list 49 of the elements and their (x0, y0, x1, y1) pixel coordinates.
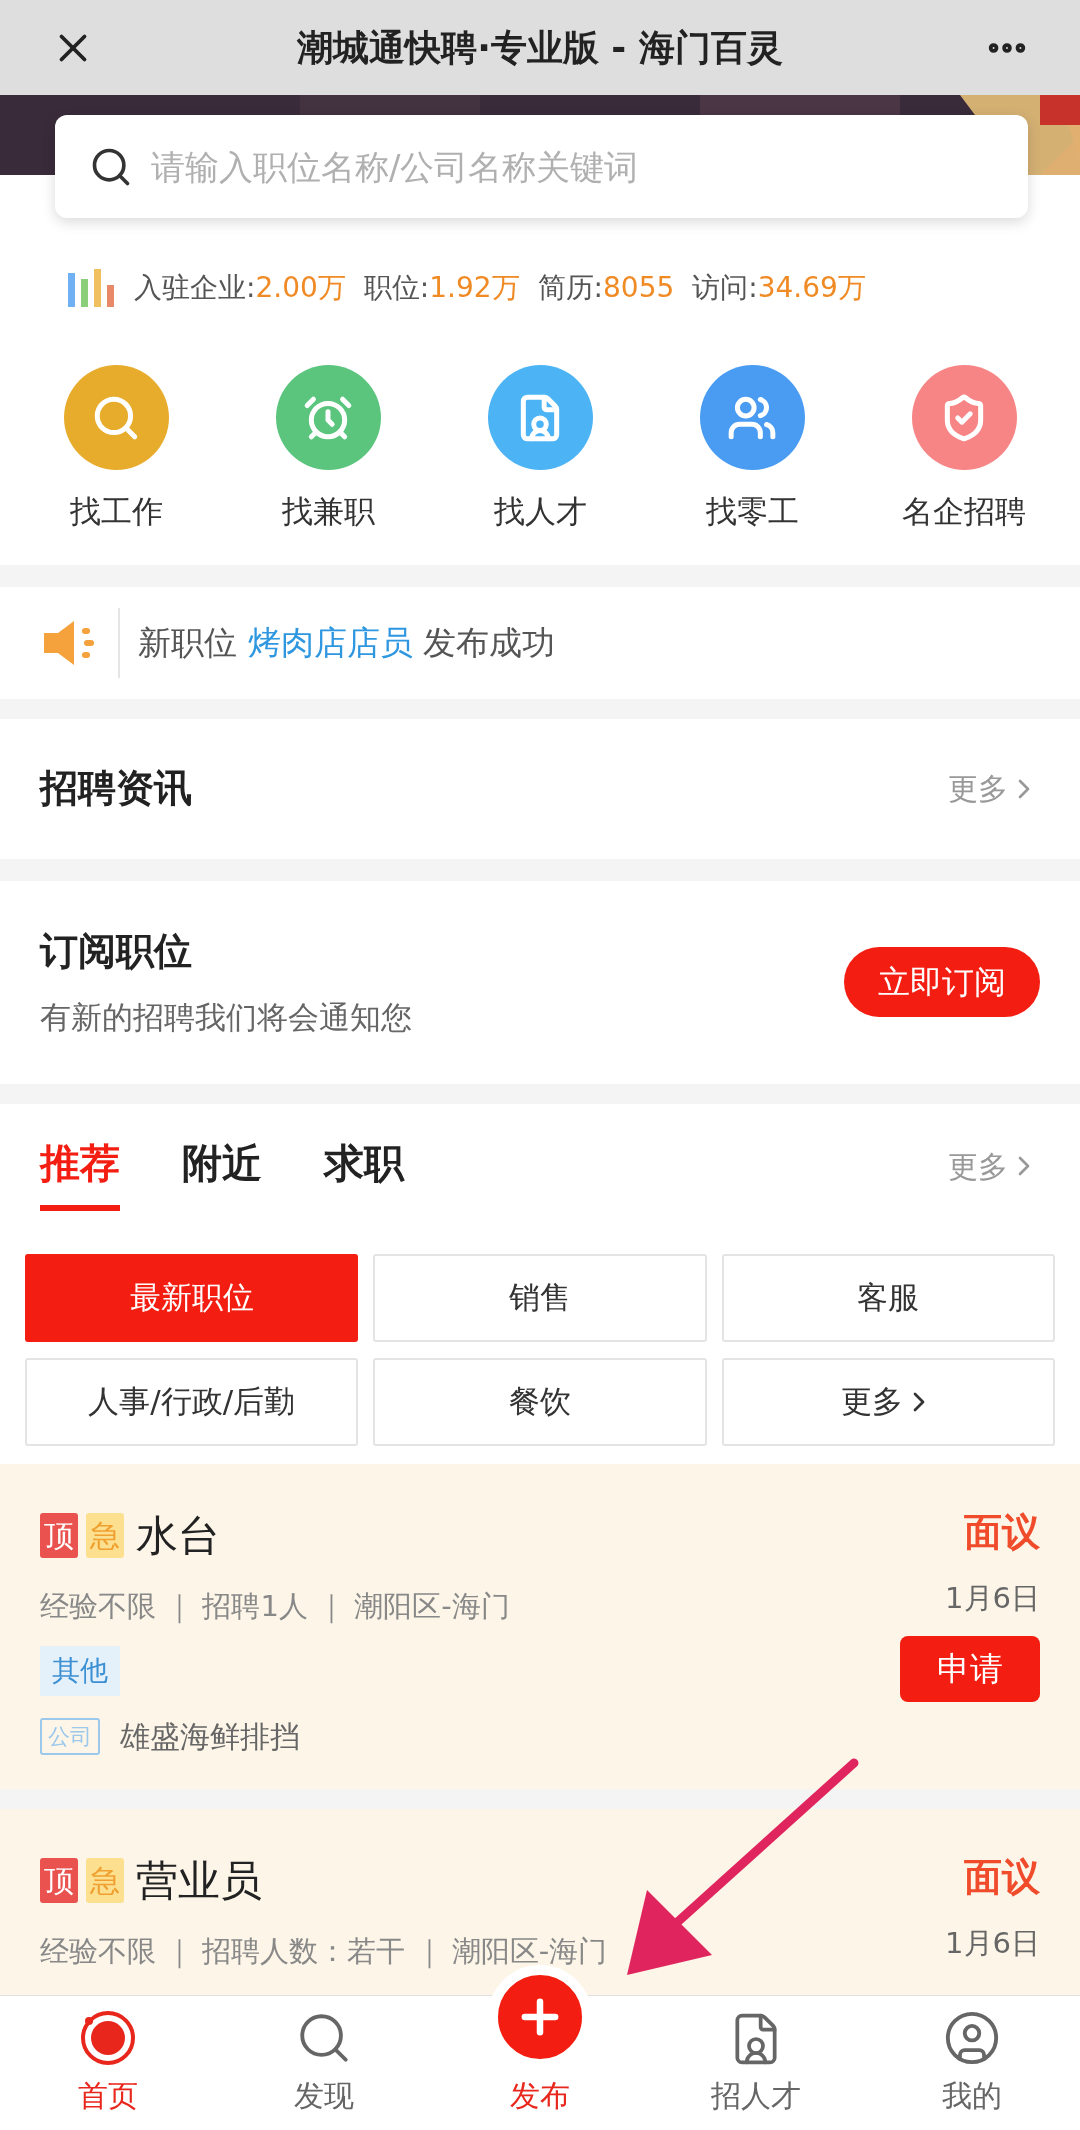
job-title: 水台 (136, 1509, 220, 1562)
nav-tab[interactable]: 招人才 (656, 2011, 856, 2118)
nav-tab[interactable]: 发现 (224, 2009, 424, 2118)
job-date: 1月6日 (945, 1579, 1040, 1617)
apply-button[interactable]: 申请 (900, 1636, 1040, 1702)
shortcut-button[interactable]: 找零工 (657, 365, 847, 535)
job-card[interactable]: 顶 急 营业员 经验不限 ｜ 招聘人数：若干 ｜ 潮阳区-海门 面议 1月6日 (0, 1809, 1080, 1995)
shortcut-button[interactable]: 找工作 (21, 365, 211, 535)
tab[interactable]: 附近 (182, 1121, 262, 1211)
stat-text: 访问:34.69万 (692, 270, 866, 306)
shortcut-button[interactable]: 名企招聘 (869, 365, 1059, 535)
job-date: 1月6日 (945, 1925, 1040, 1962)
category-button[interactable]: 更多 (721, 1357, 1055, 1446)
category-tag: 其他 (40, 1646, 120, 1696)
user-icon (943, 2009, 1001, 2067)
section-title: 招聘资讯 (40, 765, 192, 812)
urgent-tag: 急 (86, 1858, 124, 1903)
shortcut-button[interactable]: 找兼职 (233, 365, 423, 535)
stat-text: 入驻企业:2.00万 (134, 270, 346, 306)
section-title: 订阅职位 (40, 928, 193, 976)
salary: 面议 (964, 1854, 1040, 1901)
nav-tab[interactable]: 首页 (8, 2009, 208, 2118)
category-button[interactable]: 最新职位 (25, 1253, 359, 1342)
search-field[interactable]: 请输入职位名称/公司名称关键词 (55, 115, 1028, 218)
category-button[interactable]: 销售 (373, 1253, 707, 1342)
section-subtitle: 有新的招聘我们将会通知您 (40, 998, 412, 1038)
subscribe-button[interactable]: 立即订阅 (844, 947, 1040, 1017)
company-tag: 公司 (40, 1718, 100, 1755)
tab[interactable]: 推荐 (40, 1121, 120, 1211)
job-meta: 经验不限 ｜ 招聘1人 ｜ 潮阳区-海门 (40, 1587, 510, 1626)
seal-icon (79, 2009, 137, 2067)
job-card[interactable]: 顶 急 水台 经验不限 ｜ 招聘1人 ｜ 潮阳区-海门 其他 公司 雄盛海鲜排挡 面议 1月6日 申请 (0, 1463, 1080, 1789)
top-tag: 顶 (40, 1512, 78, 1558)
shortcut-button[interactable]: 找人才 (445, 365, 635, 535)
job-title: 营业员 (136, 1855, 262, 1907)
category-button[interactable]: 餐饮 (373, 1357, 707, 1446)
category-button[interactable]: 人事/行政/后勤 (25, 1357, 359, 1446)
page-title: 潮城通快聘·专业版 - 海门百灵 (296, 25, 784, 70)
notice-text: 新职位 烤肉店店员 发布成功 (138, 621, 555, 664)
bar-chart-icon (66, 269, 116, 307)
category-button[interactable]: 客服 (721, 1253, 1055, 1342)
top-tag: 顶 (40, 1858, 78, 1903)
salary: 面议 (964, 1508, 1040, 1556)
tab[interactable]: 求职 (324, 1121, 404, 1211)
stat-text: 职位:1.92万 (363, 270, 520, 306)
company-name: 雄盛海鲜排挡 (120, 1718, 300, 1756)
nav-tab[interactable]: 我的 (872, 2009, 1072, 2118)
stat-text: 简历:8055 (537, 270, 675, 306)
urgent-tag: 急 (86, 1512, 124, 1558)
